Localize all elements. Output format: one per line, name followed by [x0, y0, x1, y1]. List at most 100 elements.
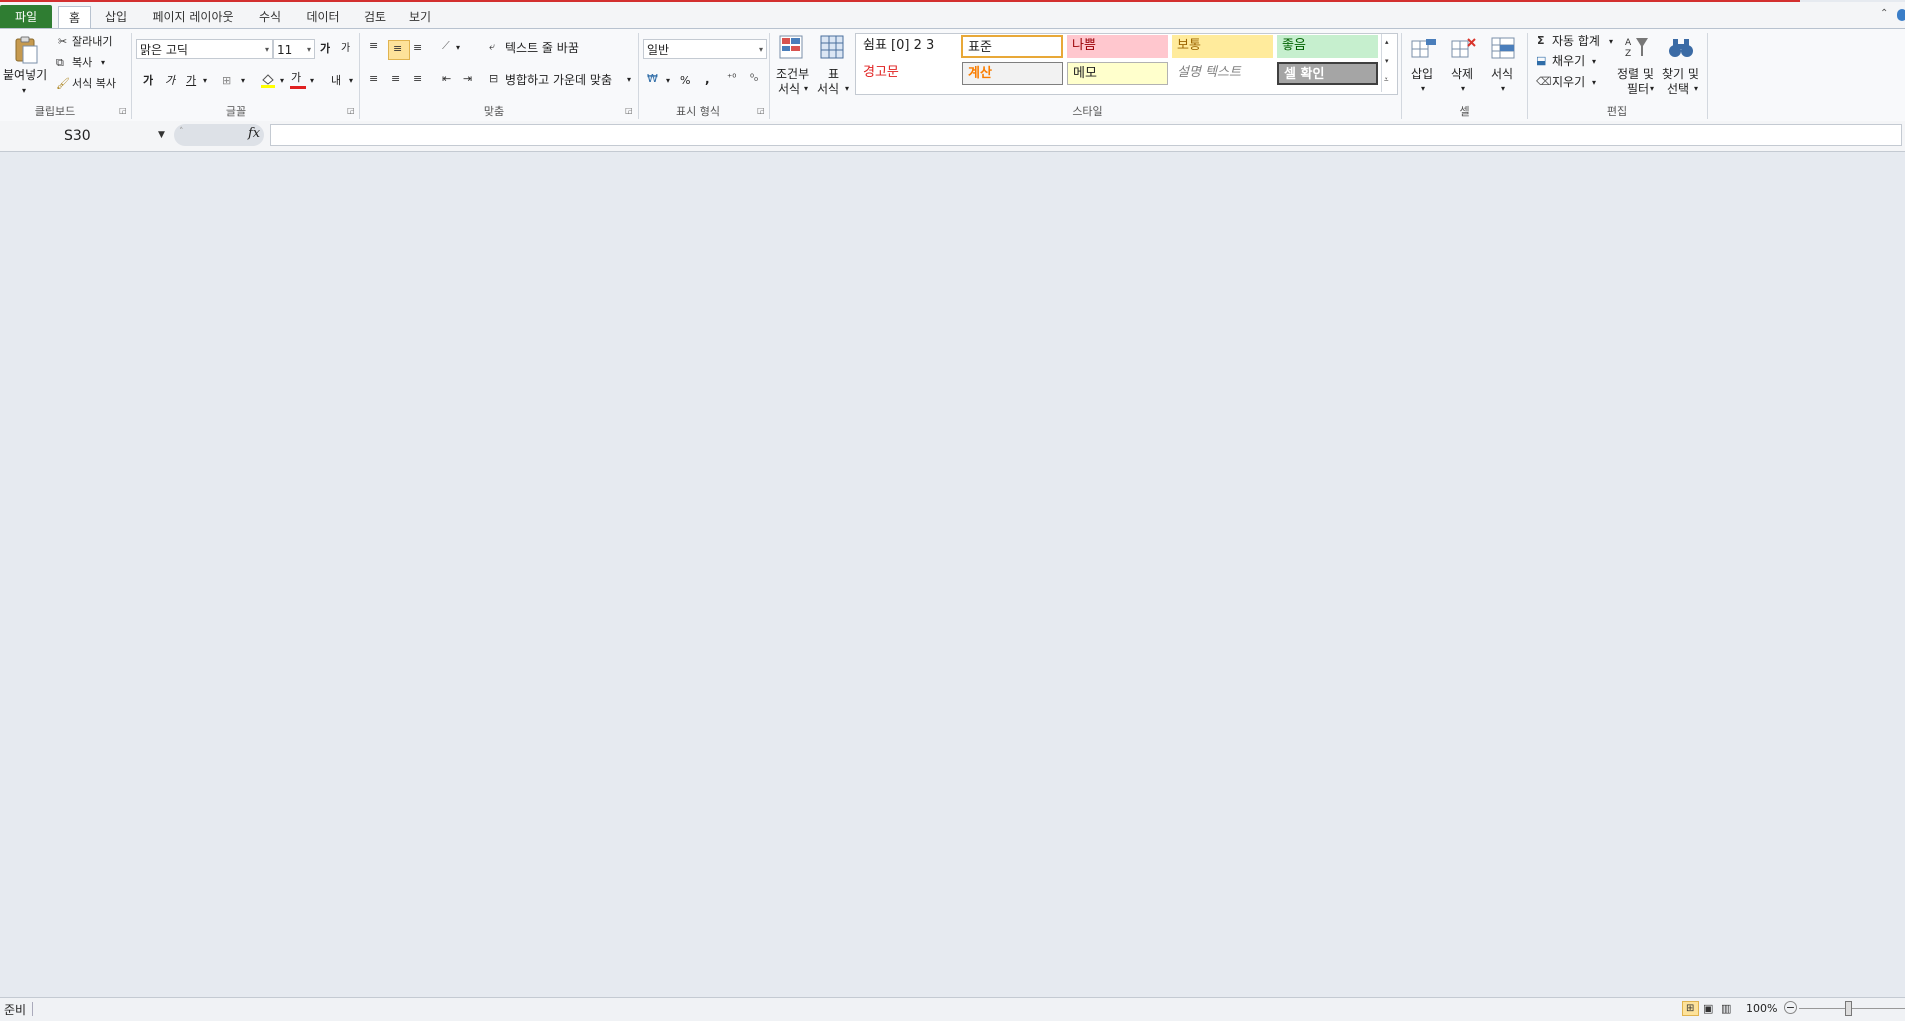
gallery-more-icon[interactable]: ⩡ [1384, 73, 1389, 87]
style-check-cell[interactable]: 셀 확인 [1277, 62, 1378, 85]
fill-dropdown-icon[interactable]: ▾ [1592, 54, 1596, 70]
tab-file[interactable]: 파일 [0, 5, 52, 29]
conditional-format-dropdown-icon[interactable]: ▾ [804, 81, 808, 97]
align-right-icon[interactable]: ≡ [413, 72, 422, 86]
number-format-dropdown[interactable]: 일반 ▾ [643, 39, 767, 59]
phonetic-dropdown-icon[interactable]: ▾ [349, 73, 353, 89]
underline-dropdown-icon[interactable]: ▾ [203, 73, 207, 89]
delete-cells-dropdown-icon[interactable]: ▾ [1461, 81, 1465, 97]
format-cells-icon[interactable] [1490, 35, 1518, 61]
find-select-label-2[interactable]: 선택 [1667, 81, 1689, 97]
underline-button[interactable]: 가 [186, 73, 196, 89]
delete-cells-icon[interactable] [1450, 35, 1478, 61]
format-as-table-icon[interactable] [820, 35, 846, 61]
tab-formulas[interactable]: 수식 [254, 6, 286, 28]
collapse-icon[interactable]: ˄ [179, 127, 184, 137]
font-size-dropdown[interactable]: 11 ▾ [273, 39, 315, 59]
delete-cells-button[interactable]: 삭제 [1451, 66, 1473, 82]
name-box-dropdown-icon[interactable]: ▼ [158, 130, 165, 140]
font-color-button[interactable]: 가 [291, 70, 301, 86]
font-launcher-icon[interactable]: ◲ [347, 106, 355, 115]
fill-button[interactable]: 채우기 [1552, 53, 1585, 69]
find-select-dropdown-icon[interactable]: ▾ [1694, 81, 1698, 97]
format-cells-dropdown-icon[interactable]: ▾ [1501, 81, 1505, 97]
align-left-icon[interactable]: ≡ [369, 72, 378, 86]
zoom-slider-thumb[interactable] [1845, 1001, 1852, 1016]
increase-decimal-icon[interactable]: ⁺⁰ [727, 72, 736, 86]
align-middle-button[interactable]: ≡ [388, 40, 410, 60]
autosum-button[interactable]: 자동 합계 [1552, 33, 1600, 49]
orientation-icon[interactable]: ⟋ [442, 39, 450, 53]
copy-dropdown-icon[interactable]: ▾ [101, 55, 105, 71]
find-select-icon[interactable] [1668, 34, 1694, 62]
zoom-slider-track[interactable] [1799, 1008, 1905, 1009]
tab-insert[interactable]: 삽입 [100, 6, 132, 28]
page-break-view-icon[interactable]: ▥ [1721, 1002, 1731, 1016]
style-neutral[interactable]: 보통 [1172, 35, 1273, 58]
bold-button[interactable]: 가 [143, 73, 153, 89]
format-cells-button[interactable]: 서식 [1491, 66, 1513, 82]
decrease-indent-icon[interactable]: ⇤ [442, 72, 451, 86]
tab-view[interactable]: 보기 [404, 6, 436, 28]
number-launcher-icon[interactable]: ◲ [757, 106, 765, 115]
cut-button[interactable]: 잘라내기 [72, 34, 112, 50]
align-top-icon[interactable]: ≡ [369, 39, 378, 53]
gallery-scroll-up-icon[interactable]: ▴ [1385, 35, 1389, 49]
comma-style-button[interactable]: , [705, 71, 710, 87]
conditional-format-label-1[interactable]: 조건부 [776, 66, 809, 82]
fill-color-dropdown-icon[interactable]: ▾ [280, 73, 284, 89]
insert-function-button[interactable]: fx [248, 126, 260, 141]
insert-cells-dropdown-icon[interactable]: ▾ [1421, 81, 1425, 97]
minimize-ribbon-icon[interactable]: ⌃ [1880, 8, 1888, 19]
sort-filter-dropdown-icon[interactable]: ▾ [1650, 81, 1654, 97]
tab-review[interactable]: 검토 [359, 6, 391, 28]
formula-input[interactable] [270, 124, 1902, 146]
borders-dropdown-icon[interactable]: ▾ [241, 73, 245, 89]
format-as-table-dropdown-icon[interactable]: ▾ [845, 81, 849, 97]
shrink-font-button[interactable]: 가 [341, 41, 350, 57]
style-normal[interactable]: 표준 [961, 35, 1063, 58]
copy-button[interactable]: 복사 [72, 55, 92, 71]
merge-center-button[interactable]: 병합하고 가운데 맞춤 [505, 72, 612, 88]
paste-icon[interactable] [13, 35, 39, 65]
paste-dropdown-icon[interactable]: ▾ [22, 83, 26, 99]
style-explanatory[interactable]: 설명 텍스트 [1172, 62, 1273, 85]
name-box[interactable]: S30 ▼ [0, 125, 170, 147]
accounting-format-icon[interactable]: ₩ [647, 72, 658, 86]
sort-filter-label-1[interactable]: 정렬 및 [1617, 66, 1654, 82]
fill-color-icon[interactable] [260, 72, 276, 89]
percent-style-button[interactable]: % [680, 73, 690, 89]
align-bottom-icon[interactable]: ≡ [413, 41, 422, 55]
conditional-format-icon[interactable] [779, 35, 805, 61]
merge-center-dropdown-icon[interactable]: ▾ [627, 72, 631, 88]
zoom-out-button[interactable]: − [1784, 1001, 1797, 1014]
clipboard-launcher-icon[interactable]: ◲ [119, 106, 127, 115]
gallery-scroll-down-icon[interactable]: ▾ [1385, 54, 1389, 68]
format-painter-button[interactable]: 서식 복사 [72, 76, 116, 92]
wrap-text-button[interactable]: 텍스트 줄 바꿈 [505, 40, 579, 56]
conditional-format-label-2[interactable]: 서식 [778, 81, 800, 97]
autosum-dropdown-icon[interactable]: ▾ [1609, 34, 1613, 50]
page-layout-view-icon[interactable]: ▣ [1703, 1002, 1713, 1016]
grow-font-button[interactable]: 가 [320, 41, 330, 57]
style-note[interactable]: 메모 [1067, 62, 1168, 85]
format-as-table-label-2[interactable]: 서식 [817, 81, 839, 97]
normal-view-button[interactable]: ⊞ [1682, 1001, 1699, 1016]
clear-button[interactable]: 지우기 [1552, 74, 1585, 90]
italic-button[interactable]: 가 [165, 73, 175, 89]
font-color-dropdown-icon[interactable]: ▾ [310, 73, 314, 89]
help-icon[interactable] [1897, 9, 1905, 21]
clear-dropdown-icon[interactable]: ▾ [1592, 75, 1596, 91]
font-name-dropdown[interactable]: 맑은 고딕 ▾ [136, 39, 273, 59]
style-comma0[interactable]: 쉼표 [0] 2 3 [858, 35, 958, 58]
zoom-level[interactable]: 100% [1746, 1002, 1777, 1015]
decrease-decimal-icon[interactable]: ⁰₀ [750, 72, 758, 86]
style-good[interactable]: 좋음 [1277, 35, 1378, 58]
tab-page-layout[interactable]: 페이지 레이아웃 [146, 6, 240, 28]
find-select-label-1[interactable]: 찾기 및 [1662, 66, 1699, 82]
orientation-dropdown-icon[interactable]: ▾ [456, 40, 460, 56]
style-calculation[interactable]: 계산 [962, 62, 1063, 85]
alignment-launcher-icon[interactable]: ◲ [625, 106, 633, 115]
format-as-table-label-1[interactable]: 표 [828, 66, 839, 82]
insert-cells-icon[interactable] [1410, 35, 1438, 61]
